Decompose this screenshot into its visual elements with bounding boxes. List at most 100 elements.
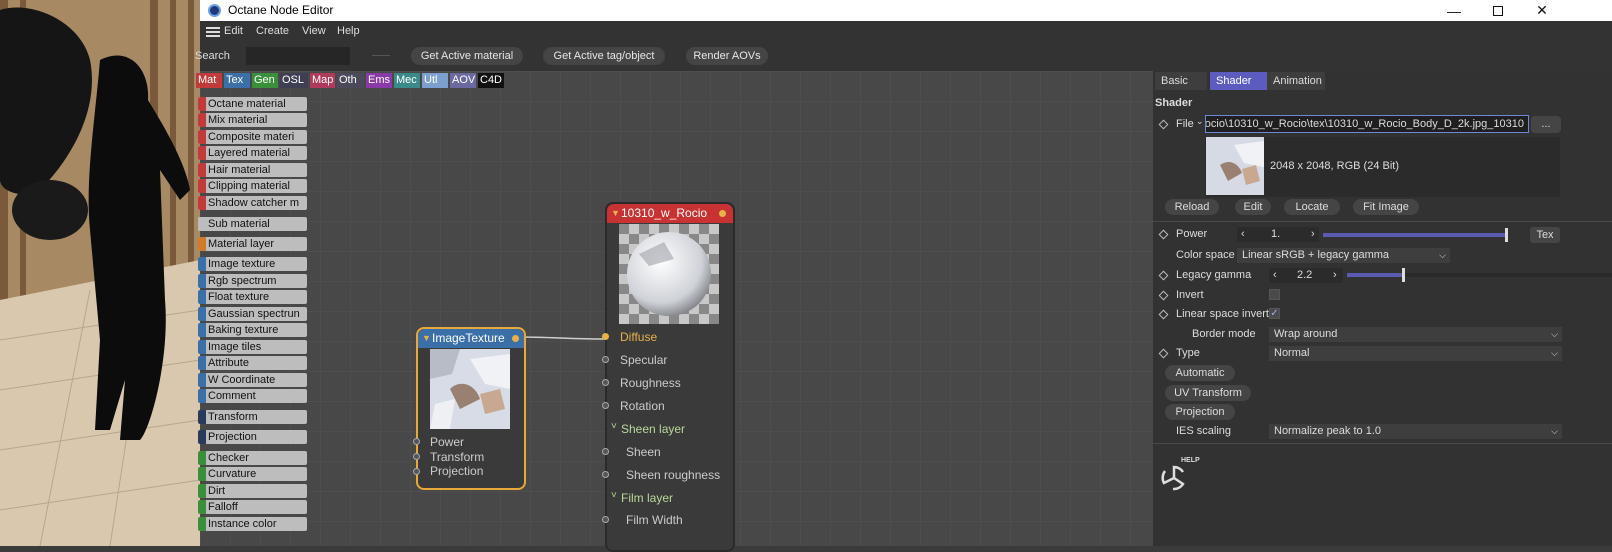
keyframe-diamond-icon[interactable]	[1158, 270, 1169, 281]
material-node-header[interactable]: ▼ 10310_w_Rocio	[607, 204, 733, 223]
edit-button[interactable]: Edit	[1235, 199, 1271, 215]
get-active-tag-object-button[interactable]: Get Active tag/object	[543, 47, 665, 65]
transform-port[interactable]	[413, 453, 420, 460]
maximize-button[interactable]	[1476, 0, 1520, 21]
scene-render	[0, 0, 200, 546]
keyframe-diamond-icon[interactable]	[1158, 119, 1169, 130]
power-number-field[interactable]: ‹ 1. ›	[1237, 227, 1319, 242]
search-label: Search	[195, 50, 230, 62]
octane-app-icon	[208, 4, 221, 17]
material-input-port[interactable]	[602, 379, 609, 386]
decrement-arrow-icon[interactable]: ‹	[1273, 268, 1277, 283]
help-button[interactable]: HELP	[1159, 457, 1200, 493]
material-node[interactable]: ▼ 10310_w_Rocio Diffuse Specular Roughness…	[602, 202, 735, 552]
decrement-arrow-icon[interactable]: ‹	[1241, 227, 1245, 242]
chevron-down-icon[interactable]: ˅	[611, 490, 617, 501]
material-port-label: Diffuse	[620, 330, 658, 344]
get-active-material-button[interactable]: Get Active material	[411, 47, 523, 65]
keyframe-diamond-icon[interactable]	[1158, 309, 1169, 320]
material-input-port[interactable]	[602, 356, 609, 363]
material-input-port[interactable]	[602, 516, 609, 523]
minimize-button[interactable]: —	[1432, 0, 1476, 21]
octane-help-icon	[1161, 465, 1185, 491]
uv-transform-button[interactable]: UV Transform	[1165, 385, 1251, 401]
material-port-label: Film Width	[626, 513, 683, 527]
render-aovs-button[interactable]: Render AOVs	[686, 47, 768, 65]
file-path-field[interactable]: 10310_w_Rocio\10310_w_Rocio\tex\10310_w_…	[1205, 115, 1529, 133]
material-node-title: 10310_w_Rocio	[621, 206, 708, 220]
tab-basic[interactable]: Basic	[1155, 72, 1207, 90]
fit-image-button[interactable]: Fit Image	[1353, 199, 1419, 215]
chevron-down-icon[interactable]: ˅	[611, 421, 617, 432]
3d-viewport	[0, 0, 200, 546]
image-preview-thumbnail	[1206, 137, 1264, 195]
hamburger-menu-icon[interactable]	[206, 27, 220, 37]
color-space-dropdown[interactable]: Linear sRGB + legacy gamma ⌵	[1237, 248, 1450, 263]
keyframe-diamond-icon[interactable]	[1158, 290, 1169, 301]
browse-button[interactable]: ...	[1531, 116, 1561, 133]
material-input-port[interactable]	[602, 448, 609, 455]
reload-button[interactable]: Reload	[1165, 199, 1219, 215]
color-space-label: Color space	[1176, 249, 1235, 261]
tab-animation[interactable]: Animation	[1267, 72, 1325, 90]
border-mode-dropdown[interactable]: Wrap around ⌵	[1269, 327, 1562, 342]
increment-arrow-icon[interactable]: ›	[1333, 268, 1337, 283]
material-input-port[interactable]	[602, 333, 609, 340]
attribute-panel: Basic Shader Animation Shader File ⌄ 103…	[1153, 71, 1612, 546]
node-graph-canvas[interactable]: Mat Tex Gen OSL Map Oth Ems Mec Utl AOV C4D Octane…	[196, 71, 1153, 552]
ies-scaling-dropdown[interactable]: Normalize peak to 1.0 ⌵	[1269, 424, 1562, 439]
chevron-down-icon: ⌵	[1551, 348, 1558, 358]
automatic-button[interactable]: Automatic	[1165, 365, 1235, 381]
projection-port[interactable]	[413, 468, 420, 475]
invert-label: Invert	[1176, 289, 1204, 301]
locate-button[interactable]: Locate	[1284, 199, 1340, 215]
ies-scaling-value: Normalize peak to 1.0	[1274, 425, 1381, 437]
toolbar-divider	[372, 55, 390, 56]
menu-help[interactable]: Help	[337, 25, 360, 37]
keyframe-diamond-icon[interactable]	[1158, 229, 1169, 240]
image-port-projection: Projection	[430, 464, 484, 478]
chevron-down-icon[interactable]: ⌄	[1196, 116, 1204, 127]
power-slider-track[interactable]	[1323, 233, 1507, 237]
projection-button[interactable]: Projection	[1165, 404, 1235, 420]
invert-checkbox[interactable]	[1269, 289, 1280, 300]
material-input-port[interactable]	[602, 471, 609, 478]
help-label: HELP	[1181, 457, 1200, 464]
image-texture-node[interactable]: ▼ ImageTexture Power Transform Projectio…	[413, 327, 526, 490]
legacy-gamma-number-field[interactable]: ‹ 2.2 ›	[1269, 268, 1343, 283]
power-value: 1.	[1271, 228, 1281, 240]
legacy-gamma-slider-handle[interactable]	[1402, 268, 1405, 282]
material-input-port[interactable]	[602, 402, 609, 409]
menu-view[interactable]: View	[302, 25, 326, 37]
menu-edit[interactable]: Edit	[224, 25, 243, 37]
close-button[interactable]: ✕	[1520, 0, 1564, 21]
collapse-arrow-icon[interactable]: ▼	[611, 204, 620, 223]
tex-button[interactable]: Tex	[1530, 227, 1560, 243]
image-node-header[interactable]: ▼ ImageTexture	[418, 329, 524, 348]
legacy-gamma-slider-fill[interactable]	[1347, 273, 1404, 277]
tab-shader[interactable]: Shader	[1210, 72, 1267, 90]
increment-arrow-icon[interactable]: ›	[1311, 227, 1315, 242]
chevron-down-icon: ⌵	[1551, 426, 1558, 436]
material-node-output-port[interactable]	[719, 210, 726, 217]
menu-create[interactable]: Create	[256, 25, 289, 37]
keyframe-diamond-icon[interactable]	[1158, 348, 1169, 359]
image-node-output-port[interactable]	[512, 335, 519, 342]
type-dropdown[interactable]: Normal ⌵	[1269, 346, 1562, 361]
material-port-label: Roughness	[620, 376, 681, 390]
material-port-label: Film layer	[621, 491, 674, 505]
power-port[interactable]	[413, 438, 420, 445]
material-port-label: Sheen layer	[621, 422, 686, 436]
section-title: Shader	[1155, 97, 1193, 109]
power-slider-handle[interactable]	[1505, 228, 1508, 242]
legacy-gamma-slider-track[interactable]	[1404, 273, 1612, 277]
minimize-icon: —	[1447, 2, 1461, 19]
linear-space-invert-checkbox[interactable]: ✓	[1269, 308, 1280, 319]
search-input[interactable]	[246, 47, 350, 65]
border-mode-label: Border mode	[1192, 328, 1256, 340]
legacy-gamma-label: Legacy gamma	[1176, 269, 1252, 281]
collapse-arrow-icon[interactable]: ▼	[422, 329, 431, 348]
ies-scaling-label: IES scaling	[1176, 425, 1232, 437]
material-port-label: Rotation	[620, 399, 665, 413]
linear-space-invert-label: Linear space invert	[1176, 308, 1269, 320]
